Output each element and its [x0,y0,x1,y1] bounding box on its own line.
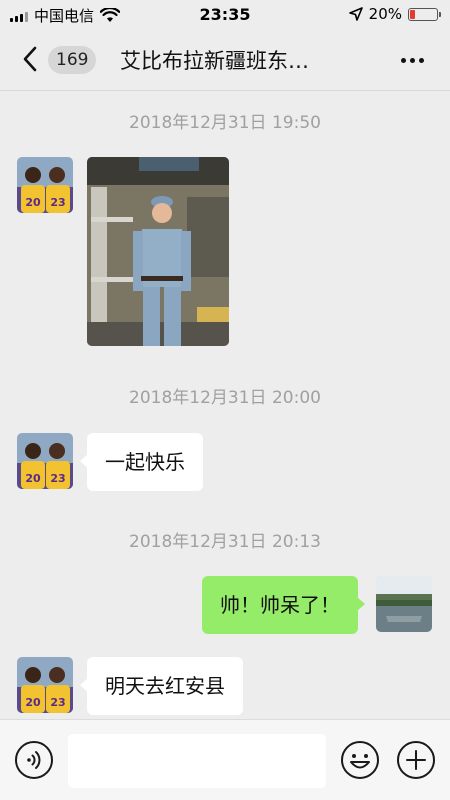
battery-percent: 20% [368,5,402,23]
svg-text:20: 20 [25,472,41,485]
more-options-icon[interactable] [401,58,424,63]
chat-header: 169 艾比布拉新疆班东… [0,30,450,90]
unread-count-badge[interactable]: 169 [48,46,97,74]
battery-icon [408,7,441,21]
contact-avatar[interactable]: 20 23 [17,157,73,213]
incoming-message-bubble[interactable]: 一起快乐 [80,433,203,491]
location-arrow-icon [348,7,363,21]
my-avatar[interactable] [376,576,432,632]
outgoing-message-bubble[interactable]: 帅！帅呆了！ [202,576,365,634]
svg-text:20: 20 [25,696,41,709]
message-timestamp: 2018年12月31日 19:50 [129,113,321,133]
back-chevron-icon[interactable] [18,44,44,74]
message-timestamp: 2018年12月31日 20:13 [129,532,321,552]
contact-avatar[interactable]: 20 23 [17,433,73,489]
emoji-icon[interactable] [340,740,380,780]
svg-text:23: 23 [50,696,65,709]
svg-text:23: 23 [50,472,65,485]
message-input[interactable] [68,734,326,788]
svg-text:23: 23 [50,196,65,209]
svg-text:20: 20 [25,196,41,209]
chat-title: 艾比布拉新疆班东… [120,49,309,73]
message-timestamp: 2018年12月31日 20:00 [129,388,321,408]
header-divider [0,90,450,91]
image-message[interactable] [87,157,229,346]
status-bar: 中国电信 23:35 20% [0,0,450,30]
incoming-message-bubble[interactable]: 明天去红安县 [80,657,243,715]
plus-icon[interactable] [396,740,436,780]
contact-avatar[interactable]: 20 23 [17,657,73,713]
voice-input-icon[interactable] [14,740,54,780]
composer-bar [0,719,450,800]
